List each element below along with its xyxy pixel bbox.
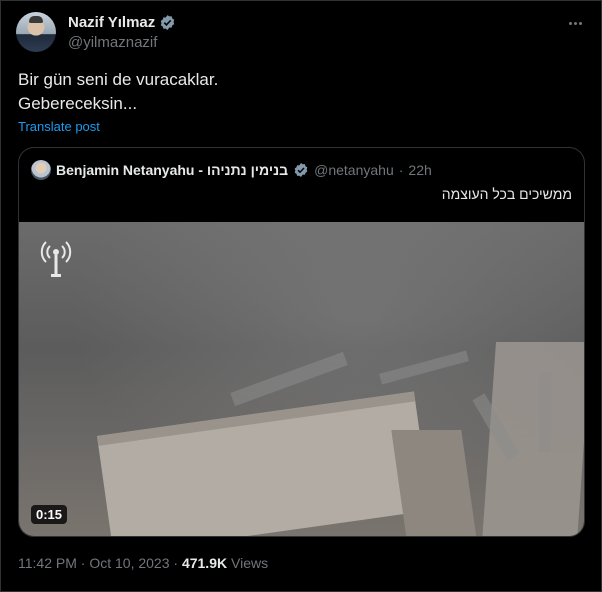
quoted-avatar xyxy=(31,160,51,180)
video-debris xyxy=(539,372,551,452)
video-wall xyxy=(391,430,477,536)
quoted-text: ממשיכים בכל העוצמה xyxy=(441,186,572,202)
translate-post-link[interactable]: Translate post xyxy=(18,119,100,134)
quoted-header: Benjamin Netanyahu - בנימין נתניהו @neta… xyxy=(31,160,432,180)
video-debris xyxy=(379,350,469,385)
video-player[interactable]: 0:15 xyxy=(19,222,584,536)
video-duration: 0:15 xyxy=(31,505,68,524)
verified-badge-icon xyxy=(161,15,175,30)
verified-badge-icon xyxy=(294,163,308,177)
post-line: Gebereceksin... xyxy=(18,94,138,113)
author-handle[interactable]: @yilmaznazif xyxy=(68,34,157,51)
idf-logo-icon xyxy=(40,241,72,277)
quoted-handle: @netanyahu xyxy=(314,162,394,178)
author-name-row: Nazif Yılmaz xyxy=(68,14,176,31)
post-text: Bir gün seni de vuracaklar. Gebereceksin… xyxy=(18,68,218,116)
video-rooftop xyxy=(97,391,431,536)
views-label: Views xyxy=(231,555,269,571)
author-name[interactable]: Nazif Yılmaz xyxy=(68,14,155,31)
quoted-post[interactable]: Benjamin Netanyahu - בנימין נתניהו @neta… xyxy=(18,147,585,537)
more-options-icon[interactable] xyxy=(564,14,586,32)
views-count: 471.9K xyxy=(181,555,228,571)
dot-separator: · xyxy=(398,162,404,178)
quoted-author-name: Benjamin Netanyahu - בנימין נתניהו xyxy=(56,162,289,178)
post-line: Bir gün seni de vuracaklar. xyxy=(18,70,219,89)
avatar[interactable] xyxy=(16,12,56,52)
video-debris xyxy=(230,351,348,407)
post-timestamp[interactable]: 11:42 PM · Oct 10, 2023 xyxy=(18,555,170,571)
post-meta: 11:42 PM · Oct 10, 2023 · 471.9K Views xyxy=(18,555,268,571)
dot-separator: · xyxy=(173,555,182,571)
quoted-time: 22h xyxy=(408,162,432,178)
